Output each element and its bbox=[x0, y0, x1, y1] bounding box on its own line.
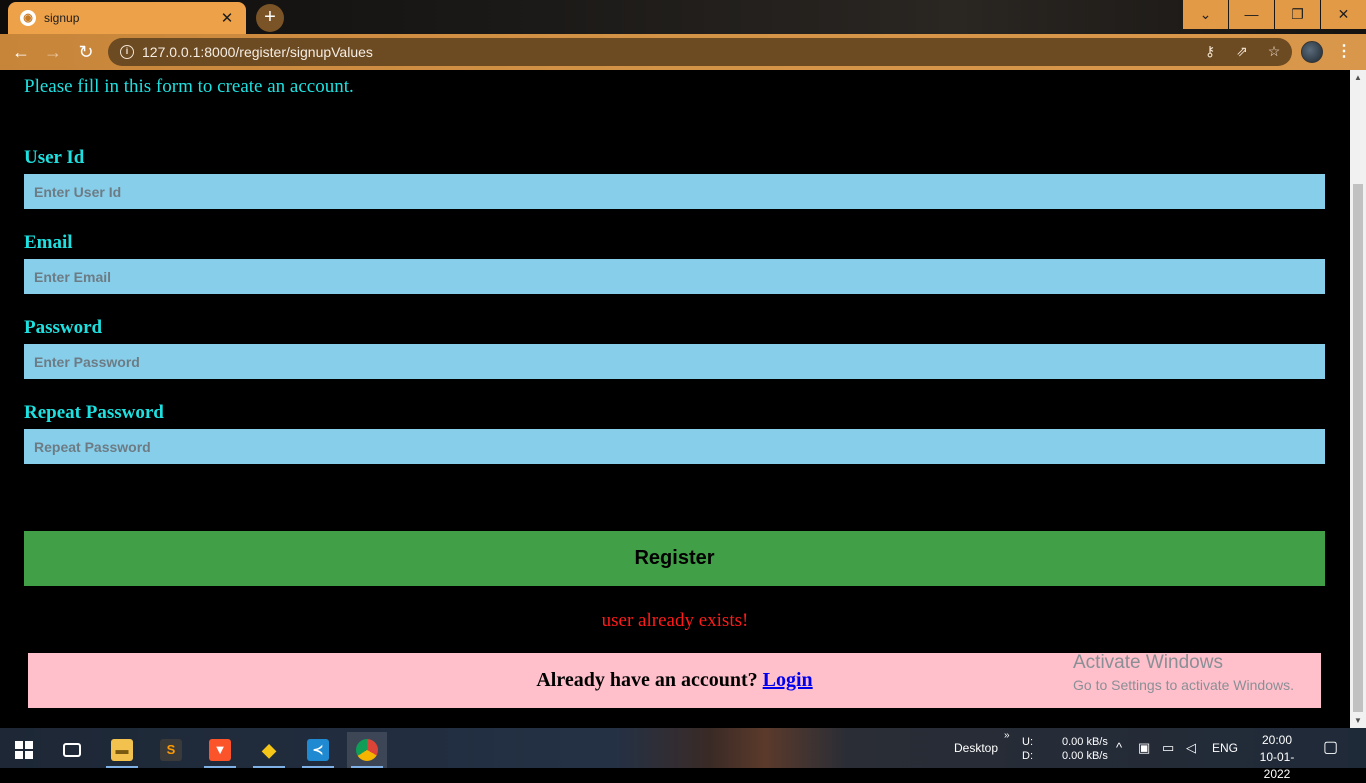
login-link[interactable]: Login bbox=[763, 669, 813, 691]
notifications-icon[interactable]: ▢ bbox=[1323, 728, 1338, 768]
show-hidden-icons-icon[interactable]: ^ bbox=[1116, 728, 1122, 768]
back-button[interactable]: ← bbox=[9, 40, 33, 64]
star-icon[interactable]: ☆ bbox=[1266, 43, 1282, 60]
git-diamond-icon: ◆ bbox=[262, 740, 276, 760]
share-icon[interactable]: ⇗ bbox=[1234, 43, 1250, 60]
folder-icon: ▬ bbox=[111, 739, 133, 761]
tab-strip: ◉ signup ✕ + ⌄ — ❐ ✕ bbox=[0, 0, 1366, 34]
sublime-icon: S bbox=[160, 739, 182, 761]
sublime-text-button[interactable]: S bbox=[151, 732, 191, 768]
tab-close-icon[interactable]: ✕ bbox=[218, 9, 236, 27]
scrollbar-thumb[interactable] bbox=[1353, 184, 1363, 712]
git-button[interactable]: ◆ bbox=[249, 732, 289, 768]
activation-watermark: Activate Windows Go to Settings to activ… bbox=[1073, 652, 1294, 693]
minimize-button[interactable]: — bbox=[1229, 0, 1274, 29]
close-window-button[interactable]: ✕ bbox=[1321, 0, 1366, 29]
new-tab-button[interactable]: + bbox=[256, 4, 284, 32]
url-text[interactable]: 127.0.0.1:8000/register/signupValues bbox=[142, 44, 373, 60]
start-button[interactable] bbox=[4, 732, 44, 768]
network-speed-labels: U: D: bbox=[1022, 735, 1033, 775]
password-label: Password bbox=[24, 317, 103, 338]
brave-lion-icon: ▼ bbox=[209, 739, 231, 761]
upload-speed: 0.00 kB/s bbox=[1062, 736, 1108, 748]
menu-icon[interactable]: ⋮ bbox=[1336, 40, 1352, 64]
globe-icon: ◉ bbox=[20, 10, 36, 26]
key-icon[interactable]: ⚷ bbox=[1202, 43, 1218, 60]
watermark-subtitle: Go to Settings to activate Windows. bbox=[1073, 677, 1294, 693]
scroll-up-icon[interactable]: ▲ bbox=[1354, 73, 1362, 82]
repeat-password-label: Repeat Password bbox=[24, 402, 164, 423]
profile-avatar[interactable] bbox=[1301, 41, 1323, 63]
task-view-icon bbox=[63, 743, 81, 757]
download-speed: 0.00 kB/s bbox=[1062, 750, 1108, 762]
battery-icon[interactable]: ▭ bbox=[1162, 728, 1174, 768]
toolbar-expand-icon[interactable]: » bbox=[1004, 730, 1010, 770]
language-indicator[interactable]: ENG bbox=[1212, 728, 1238, 768]
email-label: Email bbox=[24, 232, 73, 253]
brave-button[interactable]: ▼ bbox=[200, 732, 240, 768]
chrome-icon bbox=[356, 739, 378, 761]
clock-date: 10-01-2022 bbox=[1259, 750, 1295, 781]
vscode-icon: ≺ bbox=[307, 739, 329, 761]
download-label: D: bbox=[1022, 750, 1033, 762]
forward-button[interactable]: → bbox=[41, 40, 65, 64]
network-speed-values: 0.00 kB/s 0.00 kB/s bbox=[1062, 735, 1108, 775]
user-id-input[interactable] bbox=[24, 174, 1325, 209]
site-info-icon[interactable]: i bbox=[120, 45, 134, 59]
tab-title: signup bbox=[44, 11, 80, 25]
browser-toolbar: ← → ↻ i 127.0.0.1:8000/register/signupVa… bbox=[0, 34, 1366, 70]
watermark-title: Activate Windows bbox=[1073, 652, 1223, 673]
page-viewport: Please fill in this form to create an ac… bbox=[0, 70, 1350, 728]
file-explorer-button[interactable]: ▬ bbox=[102, 732, 142, 768]
task-view-button[interactable] bbox=[52, 732, 92, 768]
clock-time: 20:00 bbox=[1261, 733, 1293, 747]
chrome-button[interactable] bbox=[347, 732, 387, 768]
vscode-button[interactable]: ≺ bbox=[298, 732, 338, 768]
volume-icon[interactable]: ◁ bbox=[1186, 728, 1196, 768]
address-bar[interactable]: i 127.0.0.1:8000/register/signupValues ⚷… bbox=[108, 38, 1292, 66]
user-id-label: User Id bbox=[24, 147, 85, 168]
omnibox-actions: ⚷ ⇗ ☆ bbox=[1202, 43, 1282, 60]
browser-tab[interactable]: ◉ signup ✕ bbox=[8, 2, 246, 34]
windows-icon bbox=[15, 741, 33, 759]
signin-text: Already have an account? bbox=[536, 669, 758, 691]
reload-button[interactable]: ↻ bbox=[74, 40, 98, 64]
repeat-password-input[interactable] bbox=[24, 429, 1325, 464]
scroll-down-icon[interactable]: ▼ bbox=[1354, 716, 1362, 725]
clock[interactable]: 20:00 10-01-2022 bbox=[1252, 732, 1302, 781]
restore-button[interactable]: ❐ bbox=[1275, 0, 1320, 29]
password-input[interactable] bbox=[24, 344, 1325, 379]
upload-label: U: bbox=[1022, 736, 1033, 748]
tab-search-button[interactable]: ⌄ bbox=[1183, 0, 1228, 29]
register-button[interactable]: Register bbox=[24, 531, 1325, 586]
form-intro: Please fill in this form to create an ac… bbox=[24, 76, 354, 97]
page-scrollbar[interactable]: ▲ ▼ bbox=[1350, 70, 1366, 728]
monitor-icon[interactable]: ▣ bbox=[1138, 728, 1150, 768]
desktop-toolbar[interactable]: Desktop bbox=[954, 728, 998, 768]
email-input[interactable] bbox=[24, 259, 1325, 294]
error-message: user already exists! bbox=[601, 610, 749, 631]
